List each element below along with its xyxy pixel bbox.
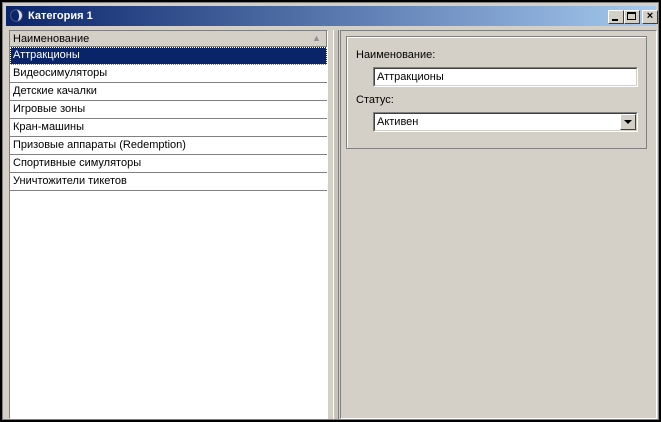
list-item[interactable]: Уничтожители тикетов — [10, 173, 327, 191]
name-label: Наименование: — [356, 49, 436, 61]
list-rows: Аттракционы Видеосимуляторы Детские качалк… — [10, 47, 327, 191]
list-item[interactable]: Игровые зоны — [10, 101, 327, 119]
category-list[interactable]: Наименование ▲ Аттракционы Видеосимулятор… — [9, 30, 328, 419]
details-panel: Наименование: Аттракционы Статус: Активе… — [340, 30, 657, 419]
title-bar[interactable]: Категория 1 × — [6, 6, 658, 26]
name-field[interactable]: Аттракционы — [373, 67, 638, 87]
window-title: Категория 1 — [28, 10, 93, 22]
close-button[interactable]: × — [642, 10, 658, 24]
maximize-button[interactable] — [624, 10, 640, 24]
splitter-handle[interactable] — [333, 30, 339, 419]
status-label: Статус: — [356, 94, 394, 106]
details-group: Наименование: Аттракционы Статус: Активе… — [346, 36, 647, 149]
maximize-icon — [627, 12, 636, 20]
column-header-label: Наименование — [13, 33, 90, 45]
close-icon: × — [646, 10, 654, 22]
status-select-value[interactable]: Активен — [374, 113, 637, 131]
column-header-name[interactable]: Наименование ▲ — [10, 31, 327, 47]
chevron-down-icon — [624, 120, 632, 124]
list-item[interactable]: Спортивные симуляторы — [10, 155, 327, 173]
window-frame: Категория 1 × Наименование ▲ Аттракционы… — [2, 2, 659, 420]
status-select[interactable]: Активен — [373, 112, 638, 132]
name-field-value[interactable]: Аттракционы — [374, 68, 637, 86]
list-item[interactable]: Призовые аппараты (Redemption) — [10, 137, 327, 155]
details-group-inner: Наименование: Аттракционы Статус: Активе… — [347, 37, 646, 148]
minimize-icon — [612, 19, 618, 21]
window: Категория 1 × Наименование ▲ Аттракционы… — [0, 0, 661, 422]
list-item[interactable]: Аттракционы — [10, 47, 327, 65]
minimize-button[interactable] — [608, 10, 624, 24]
list-item[interactable]: Детские качалки — [10, 83, 327, 101]
app-icon[interactable] — [10, 9, 23, 22]
list-item[interactable]: Видеосимуляторы — [10, 65, 327, 83]
status-dropdown-button[interactable] — [620, 114, 636, 130]
list-item[interactable]: Кран-машины — [10, 119, 327, 137]
sort-ascending-icon: ▲ — [312, 33, 321, 43]
